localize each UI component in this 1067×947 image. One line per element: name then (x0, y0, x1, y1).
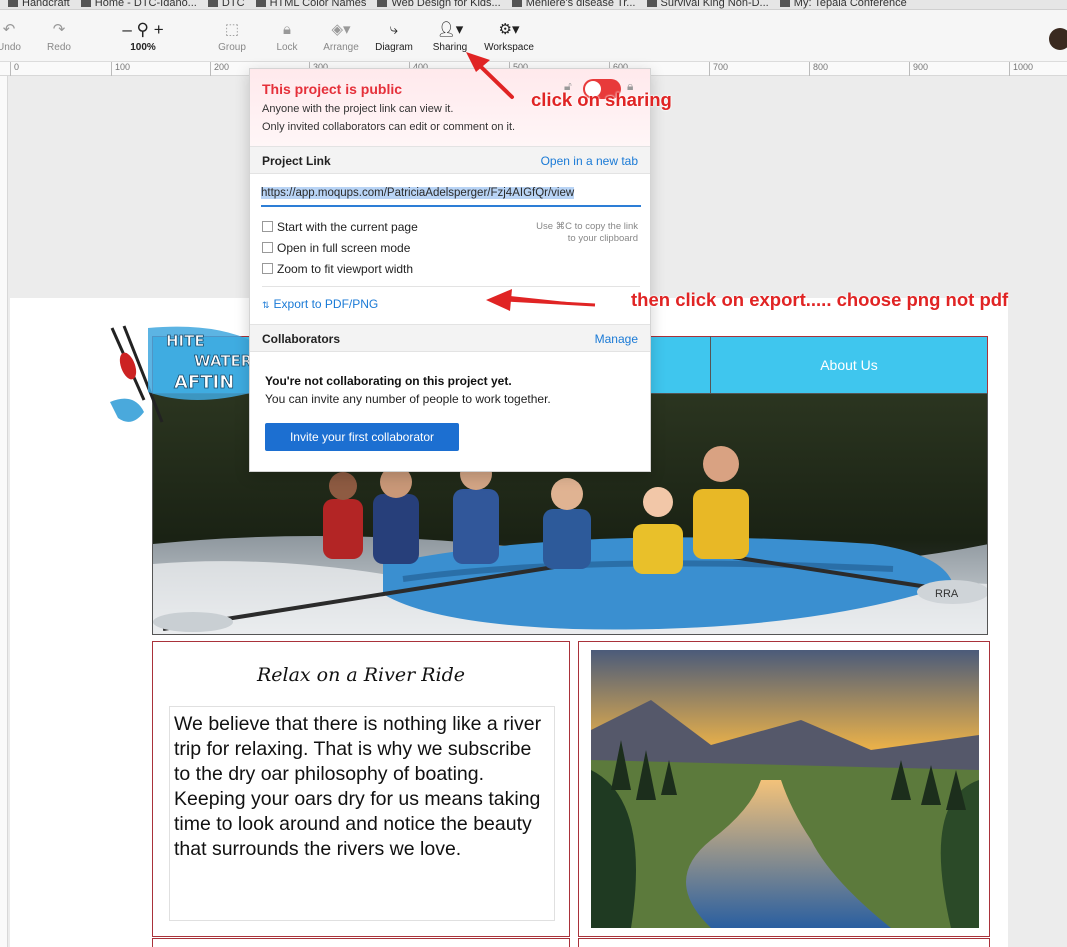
arrow-to-sharing-icon (466, 52, 514, 99)
arrow-to-export-icon (486, 289, 596, 311)
annotation-click-sharing: click on sharing (531, 89, 672, 110)
annotation-click-export: then click on export..... choose png not… (631, 289, 1009, 310)
annotation-arrows (466, 52, 596, 311)
